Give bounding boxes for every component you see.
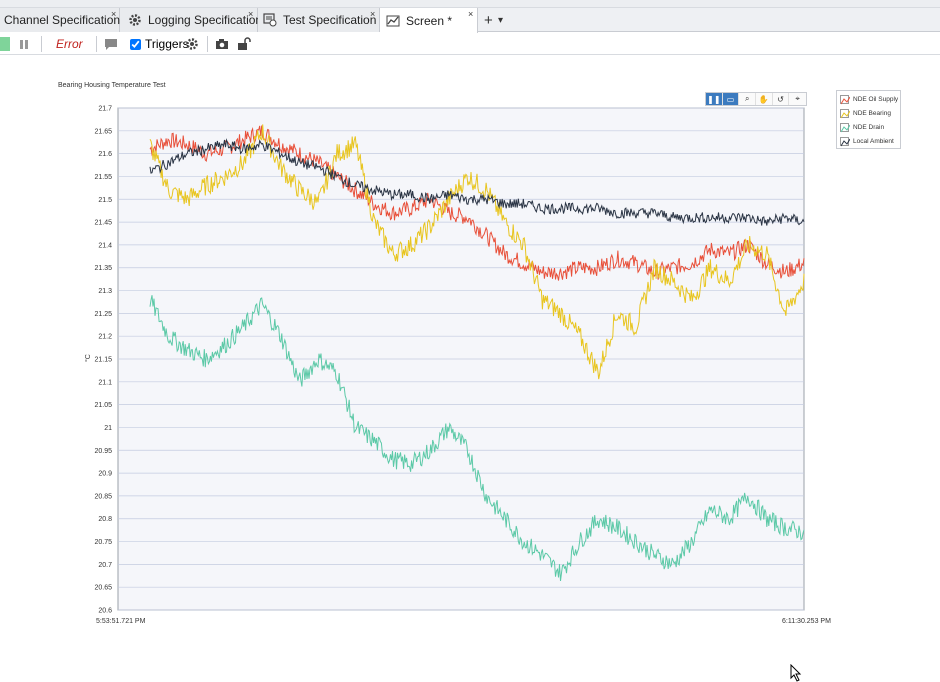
- window-top-strip: [0, 0, 940, 8]
- y-tick-label: 20.8: [98, 516, 112, 523]
- y-tick-label: 21.15: [94, 357, 112, 364]
- y-tick-label: 21.35: [94, 265, 112, 272]
- close-icon[interactable]: ×: [468, 9, 473, 19]
- camera-icon: [216, 39, 228, 49]
- chart-icon: [386, 14, 400, 28]
- y-tick-label: 21.5: [98, 197, 112, 204]
- gear-icon: [128, 13, 142, 27]
- tab-logging-specification[interactable]: Logging Specification ×: [120, 8, 262, 32]
- tab-channel-specification[interactable]: Channel Specification * ×: [0, 8, 128, 32]
- tab-screen[interactable]: Screen * ×: [380, 8, 478, 33]
- legend-label: NDE Bearing: [853, 109, 891, 117]
- y-tick-label: 20.6: [98, 608, 112, 615]
- legend-item-nde-bearing[interactable]: NDE Bearing: [840, 107, 891, 119]
- y-tick-label: 20.95: [94, 448, 112, 455]
- close-icon[interactable]: ×: [111, 9, 116, 19]
- test-specification-icon: [263, 13, 277, 27]
- triggers-checkbox[interactable]: [130, 38, 141, 50]
- y-tick-label: 21.7: [98, 106, 112, 113]
- comment-icon: [105, 38, 117, 50]
- legend-item-nde-oil-supply[interactable]: NDE Oil Supply: [840, 93, 898, 105]
- y-axis-ticks: 21.7 21.65 21.6 21.55 21.5 21.45 21.4 21.35 21.3…: [94, 106, 112, 615]
- reset-view-button[interactable]: ↺: [773, 93, 790, 105]
- legend-label: NDE Oil Supply: [853, 95, 899, 103]
- legend-label: NDE Drain: [853, 123, 885, 131]
- legend-swatch: [840, 136, 850, 146]
- tab-test-specification[interactable]: Test Specification * ×: [258, 8, 384, 32]
- select-tool-button[interactable]: ▭: [722, 93, 740, 105]
- pause-chart-button[interactable]: ❚❚: [706, 93, 723, 105]
- close-icon[interactable]: ×: [248, 9, 253, 19]
- pause-icon: [20, 40, 28, 49]
- triggers-toggle[interactable]: Triggers: [130, 33, 189, 55]
- chart-title: Bearing Housing Temperature Test: [58, 82, 166, 89]
- legend-label: Local Ambient: [853, 137, 894, 145]
- tab-bar: Channel Specification * × Logging Specif…: [0, 8, 940, 33]
- toolbar: Error Triggers: [0, 33, 940, 55]
- toolbar-separator: [96, 36, 97, 52]
- add-tab-menu-icon[interactable]: ▾: [498, 15, 503, 26]
- y-tick-label: 21.6: [98, 151, 112, 158]
- toolbar-separator: [207, 36, 208, 52]
- chart-legend: NDE Oil Supply NDE Bearing NDE Drain Loc…: [836, 90, 901, 149]
- chart-toolbox: ❚❚ ▭ ⌕ ✋ ↺ ⌖: [705, 92, 807, 106]
- unlock-icon: [238, 37, 251, 50]
- y-tick-label: 21.55: [94, 174, 112, 181]
- toolbar-separator: [41, 36, 42, 52]
- x-end-label: 6:11:30.253 PM: [782, 618, 831, 625]
- y-tick-label: 21.2: [98, 334, 112, 341]
- y-tick-label: 21.3: [98, 288, 112, 295]
- mouse-cursor-icon: [790, 664, 802, 682]
- snapshot-button[interactable]: [215, 33, 229, 55]
- legend-swatch: [840, 108, 850, 118]
- tab-label: Screen *: [406, 13, 453, 28]
- y-tick-label: 21.25: [94, 311, 112, 318]
- x-start-label: 5:53:51.721 PM: [96, 618, 146, 625]
- y-tick-label: 20.9: [98, 471, 112, 478]
- y-tick-label: 21: [104, 425, 112, 432]
- run-indicator: [0, 37, 10, 51]
- run-button[interactable]: [0, 33, 10, 55]
- cursor-tool-button[interactable]: ⌖: [789, 93, 806, 105]
- y-axis-label: °C: [84, 354, 92, 362]
- lock-button[interactable]: [237, 33, 251, 55]
- tab-label: Logging Specification: [148, 13, 263, 27]
- y-tick-label: 21.1: [98, 379, 112, 386]
- triggers-label: Triggers: [145, 37, 189, 51]
- legend-item-nde-drain[interactable]: NDE Drain: [840, 121, 884, 133]
- gear-icon: [186, 38, 198, 50]
- chart-area: Bearing Housing Temperature Test 21.7 21.…: [0, 56, 940, 682]
- y-tick-label: 21.45: [94, 220, 112, 227]
- zoom-tool-button[interactable]: ⌕: [739, 93, 757, 105]
- error-status[interactable]: Error: [56, 33, 83, 55]
- pause-button[interactable]: [18, 33, 30, 55]
- tab-label: Channel Specification *: [4, 13, 129, 27]
- legend-item-local-ambient[interactable]: Local Ambient: [840, 135, 894, 147]
- y-tick-label: 21.05: [94, 402, 112, 409]
- y-tick-label: 21.65: [94, 128, 112, 135]
- triggers-settings-button[interactable]: [185, 33, 199, 55]
- pan-tool-button[interactable]: ✋: [756, 93, 773, 105]
- y-tick-label: 20.85: [94, 493, 112, 500]
- legend-swatch: [840, 94, 850, 104]
- add-tab-button[interactable]: +: [484, 12, 493, 29]
- legend-swatch: [840, 122, 850, 132]
- y-tick-label: 20.65: [94, 585, 112, 592]
- y-tick-label: 20.75: [94, 539, 112, 546]
- y-tick-label: 21.4: [98, 242, 112, 249]
- comment-button[interactable]: [104, 33, 118, 55]
- temperature-chart[interactable]: Bearing Housing Temperature Test 21.721.…: [0, 56, 940, 682]
- close-icon[interactable]: ×: [370, 9, 375, 19]
- y-tick-label: 20.7: [98, 562, 112, 569]
